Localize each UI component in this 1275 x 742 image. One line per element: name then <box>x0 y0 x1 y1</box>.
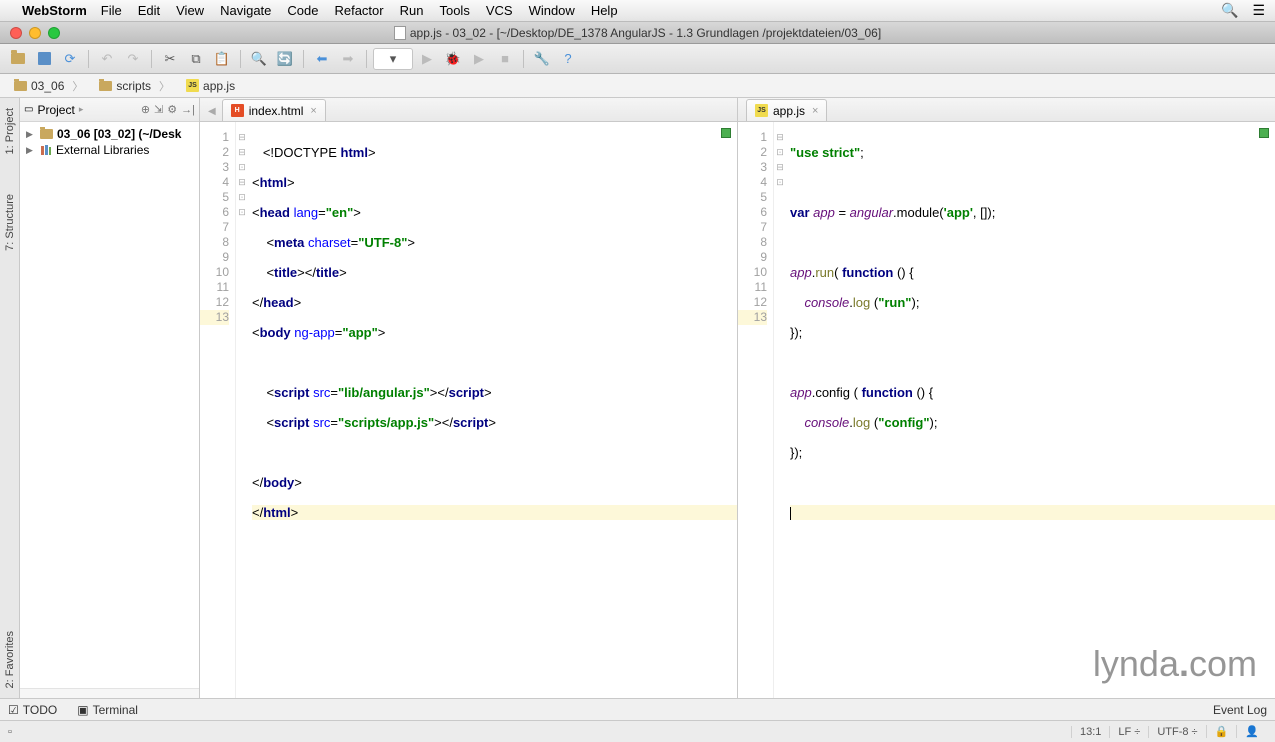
close-tab-icon[interactable]: × <box>310 105 316 117</box>
file-tab-index[interactable]: H index.html × <box>222 99 326 121</box>
mac-menu-bar: WebStorm File Edit View Navigate Code Re… <box>0 0 1275 22</box>
favorites-tool-tab[interactable]: 2: Favorites <box>2 621 18 698</box>
run-config-button[interactable]: ▾ <box>373 48 413 70</box>
line-gutter: 12345678910111213 <box>200 122 236 698</box>
settings-icon[interactable]: ⚙ <box>167 103 177 116</box>
paste-button[interactable]: 📋 <box>210 48 234 70</box>
redo-button[interactable]: ↷ <box>121 48 145 70</box>
file-tab-app[interactable]: JS app.js × <box>746 99 827 121</box>
debug-button[interactable]: 🐞 <box>441 48 465 70</box>
inspection-status-icon[interactable] <box>721 128 731 138</box>
js-icon: JS <box>755 104 768 117</box>
stop-button[interactable]: ■ <box>493 48 517 70</box>
collapse-icon[interactable]: ⇲ <box>154 103 163 116</box>
menu-refactor[interactable]: Refactor <box>334 3 383 18</box>
minimize-window-button[interactable] <box>29 27 41 39</box>
copy-button[interactable]: ⧉ <box>184 48 208 70</box>
library-icon <box>40 144 52 156</box>
panel-title: Project <box>37 103 74 117</box>
menu-code[interactable]: Code <box>287 3 318 18</box>
js-icon: JS <box>186 79 199 92</box>
fold-column[interactable]: ⊟⊟ ⊡⊟ ⊡⊡ <box>236 122 248 698</box>
folder-icon <box>99 81 112 91</box>
open-button[interactable] <box>6 48 30 70</box>
cut-button[interactable]: ✂ <box>158 48 182 70</box>
inspection-status-icon[interactable] <box>1259 128 1269 138</box>
html-icon: H <box>231 104 244 117</box>
scroll-from-source-icon[interactable]: ⊕ <box>141 103 150 116</box>
menu-run[interactable]: Run <box>400 3 424 18</box>
structure-tool-tab[interactable]: 7: Structure <box>2 184 18 261</box>
folder-icon <box>14 81 27 91</box>
file-icon <box>394 26 406 40</box>
zoom-window-button[interactable] <box>48 27 60 39</box>
status-message: ▫ <box>8 726 12 738</box>
save-button[interactable] <box>32 48 56 70</box>
line-separator[interactable]: LF ÷ <box>1109 726 1148 738</box>
text-cursor <box>790 507 791 520</box>
breadcrumb-item[interactable]: 03_06 <box>6 76 91 96</box>
menu-vcs[interactable]: VCS <box>486 3 513 18</box>
folder-icon <box>40 129 53 139</box>
code-editor-left[interactable]: 12345678910111213 ⊟⊟ ⊡⊟ ⊡⊡ <!DOCTYPE htm… <box>200 122 737 698</box>
menu-view[interactable]: View <box>176 3 204 18</box>
back-button[interactable]: ⬅ <box>310 48 334 70</box>
readonly-lock-icon[interactable]: 🔒 <box>1206 725 1237 738</box>
forward-button[interactable]: ➡ <box>336 48 360 70</box>
file-encoding[interactable]: UTF-8 ÷ <box>1148 726 1205 738</box>
menu-navigate[interactable]: Navigate <box>220 3 271 18</box>
find-button[interactable]: 🔍 <box>247 48 271 70</box>
line-gutter: 12345678910111213 <box>738 122 774 698</box>
project-panel: ▭Project▸ ⊕ ⇲ ⚙ →| ▶03_06 [03_02] (~/Des… <box>20 98 200 698</box>
help-button[interactable]: ? <box>556 48 580 70</box>
todo-tool-tab[interactable]: ☑TODO <box>8 703 57 717</box>
menu-tools[interactable]: Tools <box>439 3 469 18</box>
coverage-button[interactable]: ▶ <box>467 48 491 70</box>
bottom-tool-bar: ☑TODO ▣Terminal Event Log <box>0 698 1275 720</box>
breadcrumb-item[interactable]: scripts <box>91 76 178 96</box>
settings-button[interactable]: 🔧 <box>530 48 554 70</box>
replace-button[interactable]: 🔄 <box>273 48 297 70</box>
close-tab-icon[interactable]: × <box>812 105 818 117</box>
status-bar: ▫ 13:1 LF ÷ UTF-8 ÷ 🔒 👤 <box>0 720 1275 742</box>
sync-button[interactable]: ⟳ <box>58 48 82 70</box>
inspector-icon[interactable]: 👤 <box>1236 725 1267 738</box>
code-editor-right[interactable]: 12345678910111213 ⊟ ⊡ ⊟ ⊡ "use strict"; … <box>738 122 1275 698</box>
fold-column[interactable]: ⊟ ⊡ ⊟ ⊡ <box>774 122 786 698</box>
left-editor: ◀ H index.html × 12345678910111213 ⊟⊟ ⊡⊟… <box>200 98 738 698</box>
menu-help[interactable]: Help <box>591 3 618 18</box>
event-log-tool-tab[interactable]: Event Log <box>1213 703 1267 717</box>
menu-window[interactable]: Window <box>529 3 575 18</box>
spotlight-icon[interactable]: 🔍 <box>1221 2 1238 19</box>
close-window-button[interactable] <box>10 27 22 39</box>
undo-button[interactable]: ↶ <box>95 48 119 70</box>
hide-icon[interactable]: →| <box>181 104 195 116</box>
project-tool-tab[interactable]: 1: Project <box>2 98 18 164</box>
main-toolbar: ⟳ ↶ ↷ ✂ ⧉ 📋 🔍 🔄 ⬅ ➡ ▾ ▶ 🐞 ▶ ■ 🔧 ? <box>0 44 1275 74</box>
menu-extras-icon[interactable]: ☰ <box>1252 2 1265 19</box>
menu-edit[interactable]: Edit <box>138 3 160 18</box>
left-tool-tabs: 1: Project 7: Structure 2: Favorites <box>0 98 20 698</box>
terminal-tool-tab[interactable]: ▣Terminal <box>77 703 138 717</box>
breadcrumb-bar: 03_06 scripts JSapp.js <box>0 74 1275 98</box>
window-title: app.js - 03_02 - [~/Desktop/DE_1378 Angu… <box>410 26 881 40</box>
app-menu[interactable]: WebStorm <box>22 3 87 18</box>
caret-position: 13:1 <box>1071 726 1109 738</box>
window-title-bar: app.js - 03_02 - [~/Desktop/DE_1378 Angu… <box>0 22 1275 44</box>
right-editor: JS app.js × 12345678910111213 ⊟ ⊡ ⊟ ⊡ "u… <box>738 98 1275 698</box>
breadcrumb-item[interactable]: JSapp.js <box>178 77 243 95</box>
menu-file[interactable]: File <box>101 3 122 18</box>
project-root[interactable]: ▶03_06 [03_02] (~/Desk <box>22 126 197 142</box>
run-button[interactable]: ▶ <box>415 48 439 70</box>
external-libraries[interactable]: ▶External Libraries <box>22 142 197 158</box>
prev-tab-icon[interactable]: ◀ <box>208 106 216 117</box>
